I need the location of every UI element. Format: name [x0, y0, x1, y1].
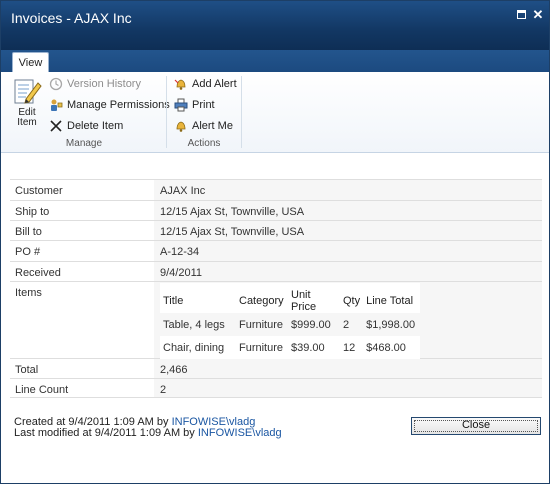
field-value: 12/15 Ajax St, Townville, USA	[154, 221, 542, 240]
field-label: Customer	[10, 180, 154, 200]
field-row-total: Total 2,466	[10, 358, 542, 378]
field-label: Received	[10, 262, 154, 281]
alert-me-label: Alert Me	[192, 120, 233, 132]
item-line-total: $468.00	[366, 341, 406, 354]
field-label: PO #	[10, 241, 154, 261]
field-value: 12/15 Ajax St, Townville, USA	[154, 201, 542, 220]
group-separator	[166, 76, 167, 148]
ribbon-tab-strip	[1, 50, 549, 72]
edit-item-button[interactable]: Edit Item	[10, 77, 44, 128]
modified-user-link[interactable]: INFOWISE\vladg	[198, 427, 282, 439]
table-row: Chair, dining Furniture $39.00 12 $468.0…	[160, 336, 420, 359]
field-row-items: Items Title Category Unit Price Qty Line…	[10, 281, 542, 359]
col-category-header: Category	[239, 295, 284, 307]
print-label: Print	[192, 99, 215, 111]
audit-footer: Created at 9/4/2011 1:09 AM by INFOWISE\…	[14, 417, 282, 439]
close-icon[interactable]: ✕	[532, 8, 544, 21]
col-unit-price-header: Unit Price	[291, 289, 317, 313]
item-title-link[interactable]: Table, 4 legs	[160, 313, 236, 336]
edit-item-icon	[14, 79, 42, 104]
item-qty: 2	[340, 313, 364, 336]
field-label: Total	[10, 359, 154, 378]
close-button[interactable]: Close	[411, 417, 541, 435]
item-unit-price: $39.00	[291, 341, 325, 354]
delete-item-label: Delete Item	[67, 120, 124, 132]
manage-permissions-button[interactable]: Manage Permissions	[49, 98, 170, 112]
maximize-icon[interactable]	[516, 9, 528, 21]
alert-icon	[174, 77, 188, 91]
field-row-bill-to: Bill to 12/15 Ajax St, Townville, USA	[10, 220, 542, 240]
add-alert-label: Add Alert	[192, 78, 237, 90]
item-content: Customer AJAX Inc Ship to 12/15 Ajax St,…	[1, 153, 549, 483]
field-row-customer: Customer AJAX Inc	[10, 179, 542, 200]
edit-label-2: Item	[17, 117, 37, 128]
version-history-icon	[49, 77, 63, 91]
group-separator	[241, 76, 242, 148]
field-value: 2,466	[154, 359, 542, 378]
item-unit-price: $999.00	[288, 313, 340, 336]
actions-group-label: Actions	[187, 138, 221, 149]
version-history-button[interactable]: Version History	[49, 77, 141, 91]
col-title-header: Title	[163, 295, 184, 307]
add-alert-button[interactable]: Add Alert	[174, 77, 237, 91]
modified-line: Last modified at 9/4/2011 1:09 AM by INF…	[14, 428, 282, 439]
invoice-dialog: Invoices - AJAX Inc ✕ View Edit Item Ver…	[0, 0, 550, 484]
alert-me-icon	[174, 119, 188, 133]
field-row-ship-to: Ship to 12/15 Ajax St, Townville, USA	[10, 200, 542, 220]
print-button[interactable]: Print	[174, 98, 215, 112]
tab-view[interactable]: View	[12, 52, 49, 73]
field-table: Customer AJAX Inc Ship to 12/15 Ajax St,…	[10, 179, 542, 398]
item-title-link[interactable]: Chair, dining	[160, 336, 236, 359]
field-row-po: PO # A-12-34	[10, 240, 542, 261]
field-label: Ship to	[10, 201, 154, 220]
field-label: Line Count	[10, 379, 154, 397]
delete-item-button[interactable]: Delete Item	[49, 119, 123, 133]
item-category-link[interactable]: Furniture	[236, 336, 288, 359]
field-value: A-12-34	[154, 241, 542, 261]
version-history-label: Version History	[67, 78, 141, 90]
field-row-received: Received 9/4/2011	[10, 261, 542, 281]
manage-permissions-label: Manage Permissions	[67, 99, 170, 111]
col-qty-header: Qty	[343, 295, 361, 307]
items-header-row: Title Category Unit Price Qty Line Total	[160, 283, 420, 313]
print-icon	[174, 98, 188, 112]
delete-icon	[49, 119, 63, 133]
field-value: 9/4/2011	[154, 262, 542, 281]
field-value: 2	[154, 379, 542, 397]
field-label: Items	[10, 282, 154, 358]
manage-group-label: Manage	[65, 138, 103, 149]
field-label: Bill to	[10, 221, 154, 240]
col-line-total-header: Line Total	[366, 295, 414, 307]
alert-me-button[interactable]: Alert Me	[174, 119, 233, 133]
modified-text: Last modified at 9/4/2011 1:09 AM by	[14, 427, 195, 439]
items-cell: Title Category Unit Price Qty Line Total…	[154, 282, 542, 359]
field-row-line-count: Line Count 2	[10, 378, 542, 398]
ribbon: Edit Item Version History Manage Permiss…	[1, 72, 549, 153]
items-table: Title Category Unit Price Qty Line Total…	[160, 283, 420, 359]
table-row: Table, 4 legs Furniture $999.00 2 $1,998…	[160, 313, 420, 336]
title-bar: Invoices - AJAX Inc ✕	[1, 1, 549, 50]
item-category-link[interactable]: Furniture	[236, 313, 288, 336]
window-title: Invoices - AJAX Inc	[11, 10, 132, 26]
item-line-total: $1,998.00	[363, 313, 420, 336]
item-qty: 12	[343, 341, 356, 354]
field-value: AJAX Inc	[154, 180, 542, 200]
permissions-icon	[49, 98, 63, 112]
